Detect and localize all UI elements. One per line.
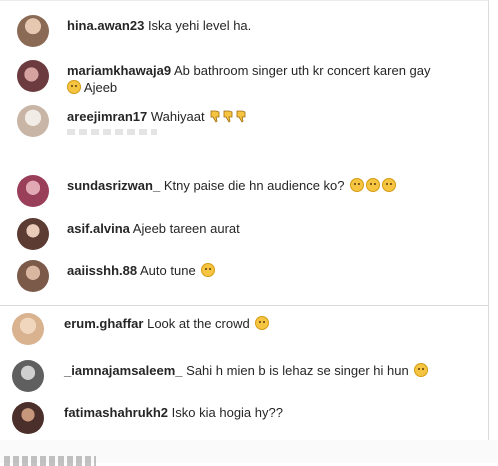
laughing-tears-emoji: [366, 178, 381, 192]
comments-panel-top: hina.awan23 Iska yehi level ha. mariamkh…: [0, 0, 489, 305]
comment-item: asif.alvina Ajeeb tareen aurat: [0, 216, 480, 252]
comment-item: sundasrizwan_ Ktny paise die hn audience…: [0, 173, 480, 209]
comment-item: _iamnajamsaleem_ Sahi h mien b is lehaz …: [0, 358, 480, 394]
comment-text: Ajeeb tareen aurat: [132, 221, 240, 236]
comment-username[interactable]: _iamnajamsaleem_: [64, 363, 183, 378]
comment-item: aaiisshh.88 Auto tune: [0, 258, 480, 294]
avatar[interactable]: [17, 218, 49, 250]
comment-text-continued: Ajeeb: [83, 80, 118, 95]
comment-text: Auto tune: [140, 263, 196, 278]
grimace-face-emoji: [414, 363, 429, 377]
comment-text: Iska yehi level ha.: [147, 18, 252, 33]
comment-text: Wahiyaat: [150, 109, 205, 124]
comment-text: Ab bathroom singer uth kr concert karen …: [173, 63, 431, 78]
comment-item: fatimashahrukh2 Isko kia hogia hy??: [0, 400, 480, 436]
comments-panel-bottom: erum.ghaffar Look at the crowd _iamnajam…: [0, 305, 489, 441]
avatar[interactable]: [17, 260, 49, 292]
comment-item: mariamkhawaja9 Ab bathroom singer uth kr…: [0, 58, 480, 98]
winking-tongue-emoji: [201, 263, 216, 277]
comment-username[interactable]: erum.ghaffar: [64, 316, 143, 331]
comment-text: Ktny paise die hn audience ko?: [163, 178, 345, 193]
comment-username[interactable]: mariamkhawaja9: [67, 63, 171, 78]
comment-username[interactable]: sundasrizwan_: [67, 178, 160, 193]
comment-username[interactable]: asif.alvina: [67, 221, 130, 236]
avatar[interactable]: [12, 360, 44, 392]
cropped-text-fragment: [4, 456, 96, 466]
comment-text: Sahi h mien b is lehaz se singer hi hun: [186, 363, 409, 378]
comment-text: Isko kia hogia hy??: [171, 405, 283, 420]
avatar[interactable]: [17, 105, 49, 137]
comment-username[interactable]: aaiisshh.88: [67, 263, 137, 278]
avatar[interactable]: [12, 313, 44, 345]
comment-item: areejimran17 Wahiyaat: [0, 104, 480, 144]
avatar[interactable]: [17, 15, 49, 47]
comment-text: Look at the crowd: [147, 316, 250, 331]
faded-hidden-row: [67, 129, 157, 135]
comment-item: hina.awan23 Iska yehi level ha.: [0, 13, 480, 49]
laughing-tears-emoji: [382, 178, 397, 192]
comment-username[interactable]: areejimran17: [67, 109, 147, 124]
thumbs-down-icon: [223, 110, 233, 123]
avatar[interactable]: [17, 60, 49, 92]
cropped-bottom-area: [0, 440, 498, 466]
confused-face-emoji: [67, 80, 81, 94]
avatar[interactable]: [17, 175, 49, 207]
comment-username[interactable]: fatimashahrukh2: [64, 405, 168, 420]
comment-item: erum.ghaffar Look at the crowd: [0, 311, 480, 347]
frowning-face-emoji: [255, 316, 270, 330]
avatar[interactable]: [12, 402, 44, 434]
thumbs-down-icon: [236, 110, 246, 123]
laughing-tears-emoji: [350, 178, 365, 192]
comment-username[interactable]: hina.awan23: [67, 18, 144, 33]
thumbs-down-icon: [210, 110, 220, 123]
